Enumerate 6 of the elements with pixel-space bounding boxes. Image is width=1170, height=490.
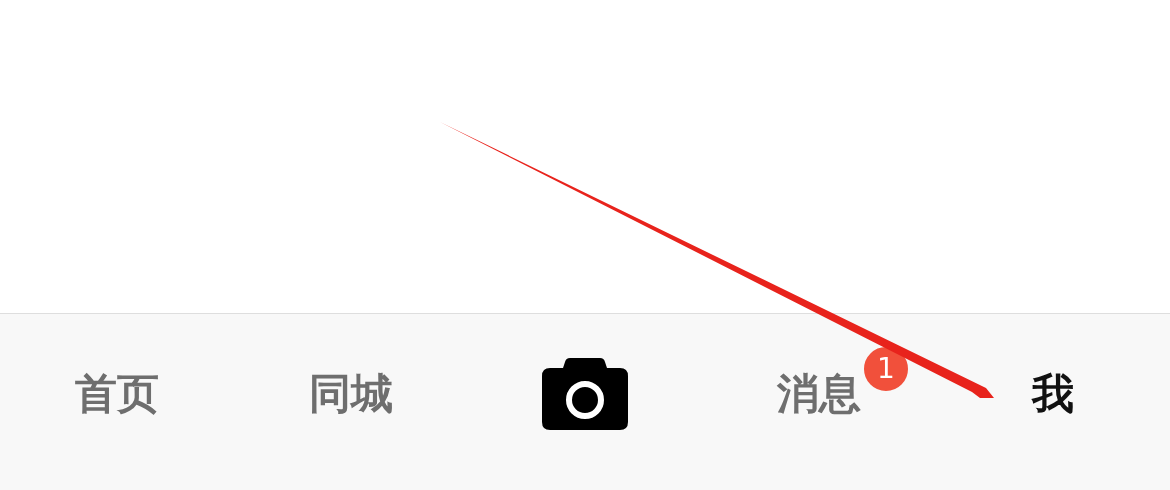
tab[interactable]: 首页 (75, 368, 159, 420)
notification-badge: 1 (862, 344, 910, 393)
tab[interactable]: 消息 (777, 368, 861, 420)
tab[interactable]: 同城 (309, 368, 393, 420)
tab[interactable]: 我 (1032, 368, 1074, 420)
camera-icon[interactable] (542, 358, 628, 430)
